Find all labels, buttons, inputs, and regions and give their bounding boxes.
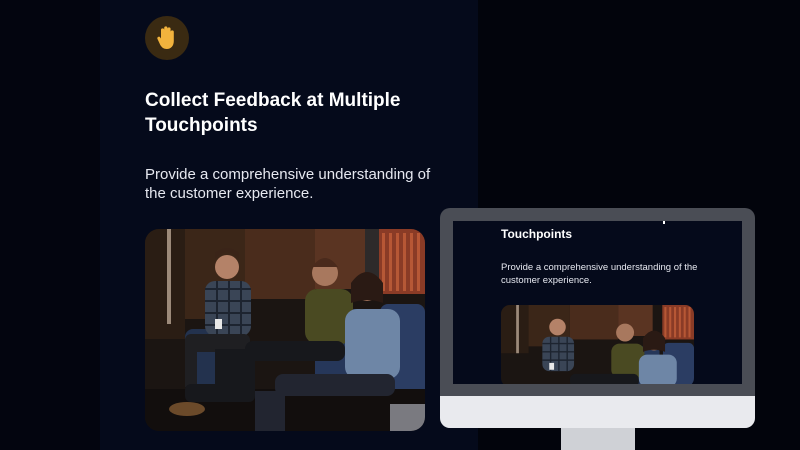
monitor-mockup: Touchpoints Provide a comprehensive unde… bbox=[440, 208, 755, 428]
feature-description: Provide a comprehensive understanding of… bbox=[145, 166, 431, 202]
screen-marker bbox=[663, 221, 665, 224]
feature-title: Collect Feedback at Multiple Touchpoints bbox=[145, 90, 401, 136]
monitor-chin bbox=[440, 396, 755, 428]
feature-photo bbox=[145, 229, 425, 431]
raised-hand-icon bbox=[145, 16, 189, 60]
preview-description: Provide a comprehensive understanding of… bbox=[501, 262, 698, 286]
monitor-stand bbox=[561, 428, 635, 450]
preview-title: Touchpoints bbox=[501, 227, 573, 241]
monitor-screen: Touchpoints Provide a comprehensive unde… bbox=[453, 221, 742, 384]
page-background bbox=[0, 0, 100, 450]
preview-photo bbox=[501, 305, 694, 384]
